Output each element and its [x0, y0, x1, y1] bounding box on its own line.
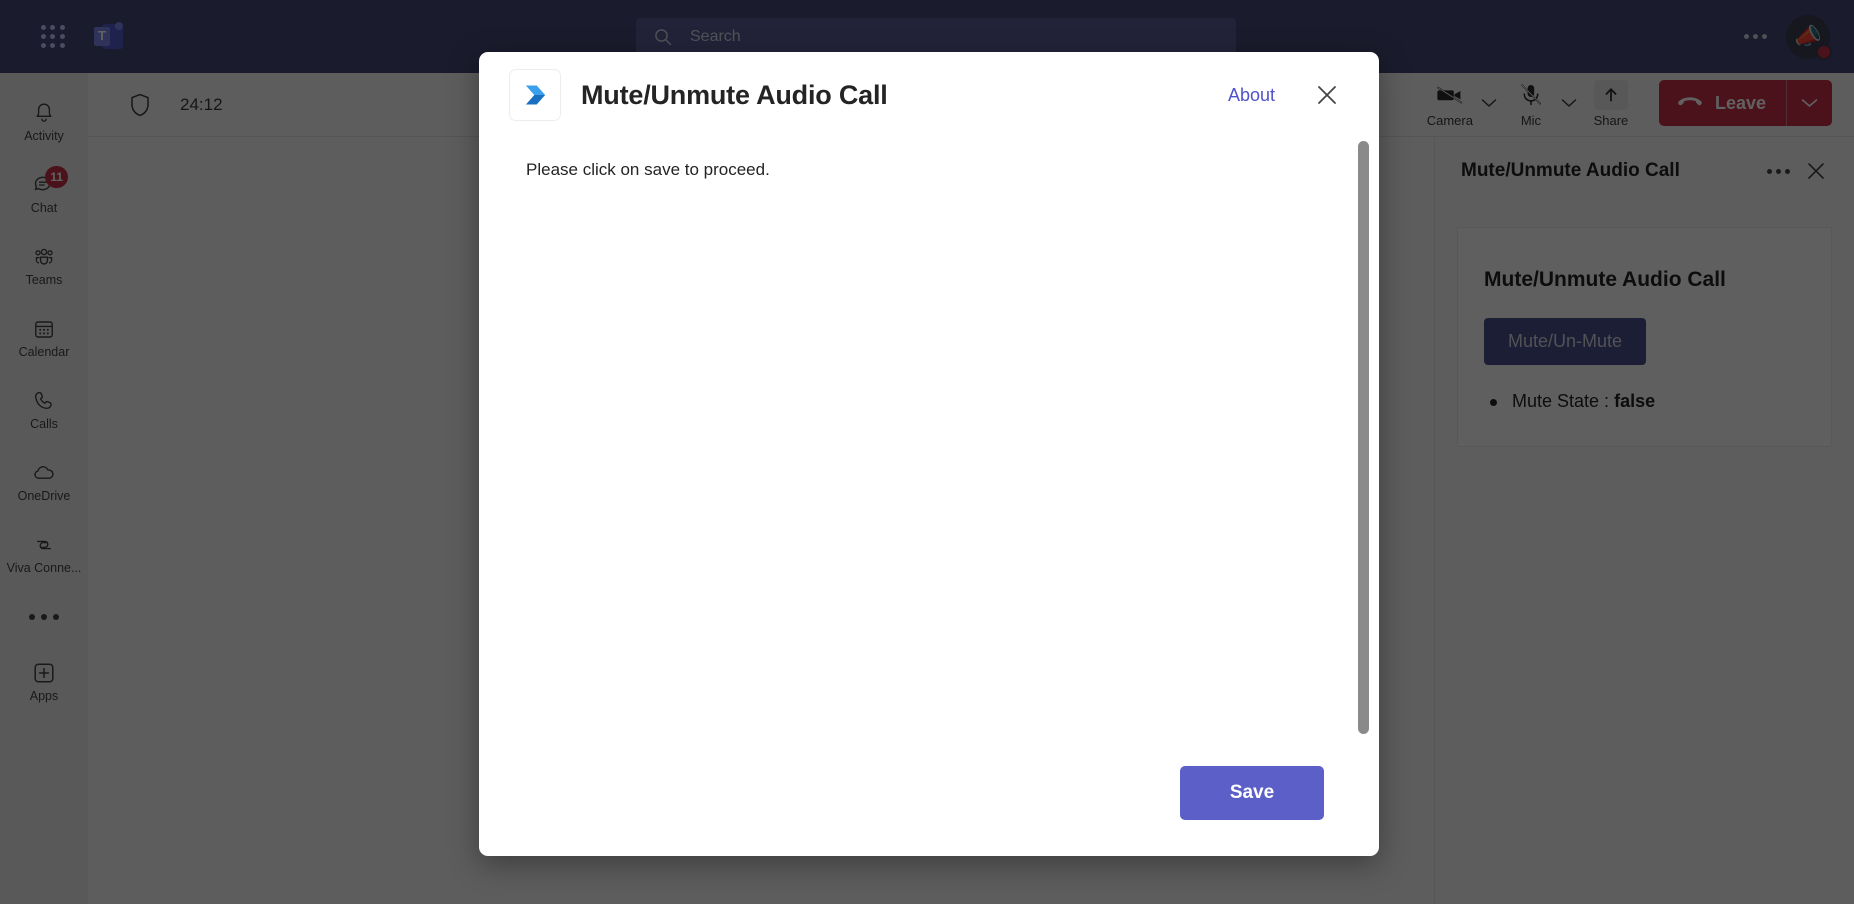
dialog-footer: Save [479, 752, 1379, 856]
dialog-content: Please click on save to proceed. [479, 138, 1379, 752]
dialog-message: Please click on save to proceed. [526, 160, 770, 179]
dialog-close-icon[interactable] [1309, 77, 1345, 113]
power-automate-chevron-icon [509, 69, 561, 121]
vertical-scrollbar[interactable] [1358, 141, 1369, 734]
dialog-title: Mute/Unmute Audio Call [581, 79, 888, 110]
task-module-dialog: Mute/Unmute Audio Call About Please clic… [479, 52, 1379, 856]
teams-app-window: T Search 📣 [0, 0, 1854, 904]
about-link[interactable]: About [1228, 85, 1275, 106]
dialog-header: Mute/Unmute Audio Call About [479, 52, 1379, 138]
scrollbar-thumb[interactable] [1358, 141, 1369, 734]
save-button[interactable]: Save [1180, 766, 1324, 820]
